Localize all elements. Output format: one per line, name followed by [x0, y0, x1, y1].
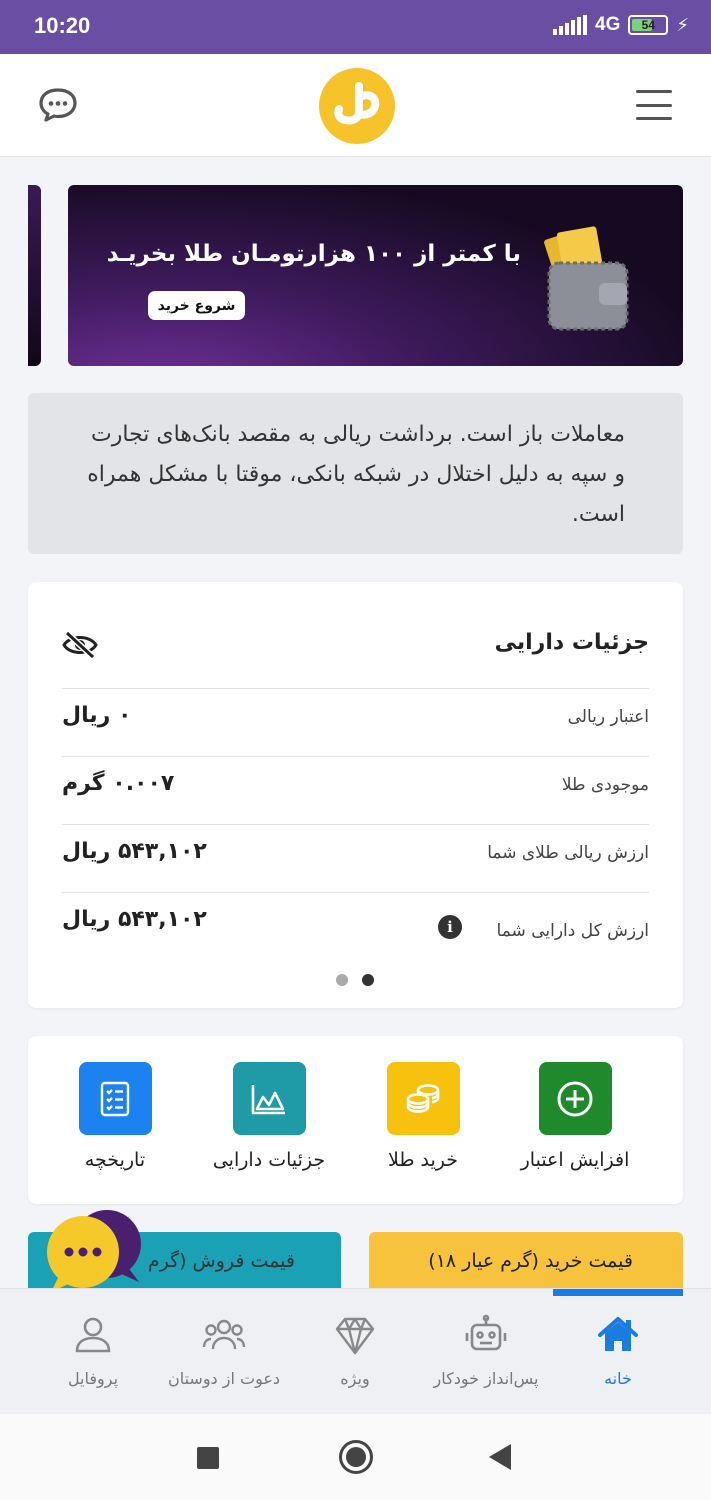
nav-label: دعوت از دوستان	[167, 1369, 281, 1388]
nav-item-profile[interactable]: پروفایل	[18, 1313, 168, 1388]
add-credit-button[interactable]: افزایش اعتبار	[500, 1062, 650, 1171]
asset-row: ارزش کل دارایی شما i ۵۴۳,۱۰۲ ریال	[62, 892, 649, 960]
nav-item-home[interactable]: خانه	[543, 1313, 693, 1388]
action-label: خرید طلا	[388, 1149, 458, 1171]
support-chat-icon[interactable]	[47, 1206, 143, 1294]
status-bar: 10:20 4G 54 ⚡	[0, 0, 711, 54]
asset-row: موجودی طلا ۰.۰۰۷ گرم	[62, 756, 649, 824]
signal-icon	[553, 15, 587, 35]
eye-off-icon[interactable]	[62, 630, 98, 660]
battery-level: 54	[641, 18, 656, 32]
buy-gold-button[interactable]: خرید طلا	[348, 1062, 498, 1171]
nav-label: پس‌انداز خودکار	[433, 1369, 539, 1388]
asset-row-value: ۰ ریال	[62, 703, 132, 728]
status-icons: 4G 54 ⚡	[553, 14, 689, 36]
action-label: افزایش اعتبار	[520, 1149, 630, 1171]
info-icon[interactable]: i	[438, 915, 462, 939]
asset-row-label: ارزش ریالی طلای شما	[487, 843, 649, 863]
plus-circle-icon	[538, 1062, 612, 1135]
coins-icon	[386, 1062, 460, 1135]
battery-icon: 54	[628, 15, 669, 35]
system-navigation-bar	[0, 1414, 711, 1500]
quick-actions-card: افزایش اعتبار خرید طلا جزئیات دارایی تار…	[28, 1036, 683, 1204]
buy-price-tab[interactable]: قیمت خرید (گرم عیار ۱۸)	[369, 1232, 683, 1290]
nav-item-auto-save[interactable]: پس‌انداز خودکار	[411, 1313, 561, 1388]
asset-row-label: موجودی طلا	[561, 775, 649, 795]
app-header	[0, 54, 711, 157]
asset-row: ارزش ریالی طلای شما ۵۴۳,۱۰۲ ریال	[62, 824, 649, 892]
nav-item-invite[interactable]: دعوت از دوستان	[149, 1313, 299, 1388]
banner-peek[interactable]	[28, 185, 41, 366]
users-icon	[202, 1319, 246, 1350]
asset-row-label: اعتبار ریالی	[567, 707, 649, 727]
pager-dot-active[interactable]	[362, 974, 374, 986]
asset-details-title: جزئیات دارایی	[494, 630, 649, 655]
action-label: جزئیات دارایی	[212, 1149, 326, 1171]
asset-row-label: ارزش کل دارایی شما	[496, 921, 649, 941]
bottom-navigation: خانه پس‌انداز خودکار ویژه دعوت از دوستان…	[0, 1288, 711, 1414]
checklist-icon	[78, 1062, 152, 1135]
nav-item-special[interactable]: ویژه	[280, 1313, 430, 1388]
asset-row-value: ۰.۰۰۷ گرم	[62, 771, 175, 796]
status-time: 10:20	[34, 13, 91, 38]
history-button[interactable]: تاریخچه	[40, 1062, 190, 1171]
nav-label: ویژه	[340, 1369, 370, 1388]
robot-icon	[465, 1314, 507, 1351]
user-icon	[75, 1317, 111, 1353]
hamburger-menu-icon[interactable]	[636, 90, 672, 120]
promo-banner[interactable]: با کمتر از ۱۰۰ هزارتومـان طلا بخریـد شرو…	[68, 185, 683, 366]
pager-dots[interactable]	[336, 974, 374, 986]
wallet-icon	[544, 226, 629, 331]
asset-row: اعتبار ریالی ۰ ریال	[62, 688, 649, 756]
chat-bubble-icon[interactable]	[38, 87, 78, 123]
recent-apps-icon[interactable]	[197, 1447, 219, 1469]
pager-dot[interactable]	[336, 974, 348, 986]
banner-title: با کمتر از ۱۰۰ هزارتومـان طلا بخریـد	[106, 241, 521, 267]
nav-label: پروفایل	[67, 1369, 119, 1388]
asset-details-card: جزئیات دارایی اعتبار ریالی ۰ ریال موجودی…	[28, 582, 683, 1008]
charging-icon: ⚡	[676, 14, 689, 36]
nav-active-indicator	[553, 1289, 683, 1296]
home-system-icon[interactable]	[339, 1440, 373, 1474]
asset-row-value: ۵۴۳,۱۰۲ ریال	[62, 839, 207, 864]
nav-label: خانه	[604, 1369, 632, 1388]
chart-icon	[232, 1062, 306, 1135]
diamond-icon	[335, 1317, 375, 1355]
start-buying-button[interactable]: شروع خرید	[148, 291, 245, 320]
back-icon[interactable]	[489, 1444, 511, 1470]
market-notice: معاملات باز است. برداشت ریالی به مقصد با…	[28, 393, 683, 554]
network-type: 4G	[595, 14, 621, 35]
action-label: تاریخچه	[84, 1149, 146, 1171]
asset-details-button[interactable]: جزئیات دارایی	[194, 1062, 344, 1171]
asset-row-value: ۵۴۳,۱۰۲ ریال	[62, 907, 207, 932]
home-icon	[598, 1317, 638, 1351]
taaghche-gold-logo[interactable]	[319, 68, 395, 144]
